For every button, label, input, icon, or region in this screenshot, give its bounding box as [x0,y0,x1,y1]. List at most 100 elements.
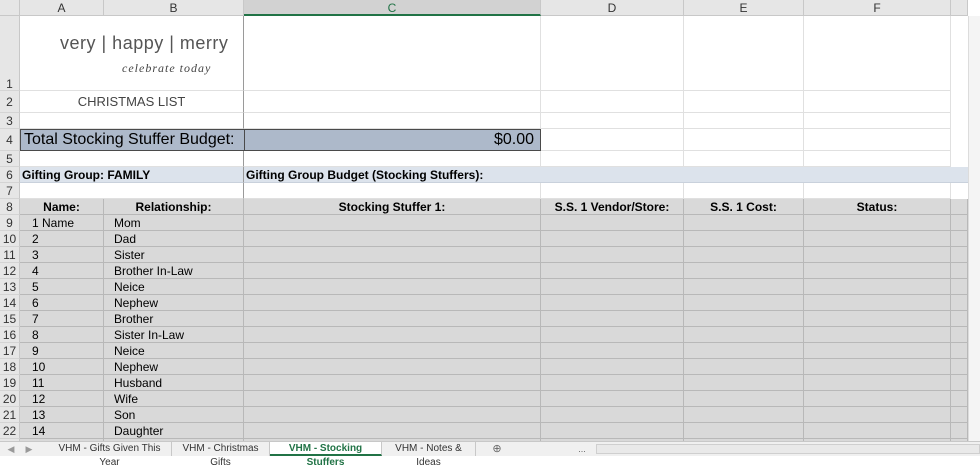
cell-empty[interactable] [684,16,804,91]
data-cell[interactable] [244,375,541,391]
data-cell[interactable] [804,359,951,375]
person-name[interactable]: 7 [20,311,104,327]
data-cell[interactable] [541,391,684,407]
person-relationship[interactable]: Sister [104,247,244,263]
data-cell[interactable] [804,231,951,247]
cell-empty[interactable] [244,91,541,113]
left-arrow-icon[interactable]: ◀ [4,442,18,456]
cell-empty[interactable] [20,113,244,129]
data-cell[interactable] [684,295,804,311]
data-cell[interactable] [541,263,684,279]
row-header-6[interactable]: 6 [0,167,20,183]
row-header-8[interactable]: 8 [0,199,20,215]
row-header-20[interactable]: 20 [0,391,20,407]
person-name[interactable]: 12 [20,391,104,407]
row-header-17[interactable]: 17 [0,343,20,359]
column-header-f[interactable]: F [804,0,951,16]
data-cell[interactable] [804,375,951,391]
cell-empty[interactable] [244,151,541,167]
person-name[interactable]: 6 [20,295,104,311]
person-name[interactable]: 5 [20,279,104,295]
select-all-corner[interactable] [0,0,20,16]
data-cell[interactable] [244,391,541,407]
row-header-22[interactable]: 22 [0,423,20,439]
add-sheet-icon[interactable]: ⊕ [490,442,504,456]
person-relationship[interactable]: Nephew [104,359,244,375]
sheet-tab-2[interactable]: VHM - Christmas Gifts [172,442,270,468]
data-cell[interactable] [684,263,804,279]
person-relationship[interactable]: Daughter [104,423,244,439]
cell-empty[interactable] [541,16,684,91]
data-cell[interactable] [541,343,684,359]
data-cell[interactable] [244,231,541,247]
data-cell[interactable] [804,311,951,327]
data-cell[interactable] [684,215,804,231]
data-cell[interactable] [244,295,541,311]
data-cell[interactable] [244,423,541,439]
person-name[interactable]: 14 [20,423,104,439]
row-header-16[interactable]: 16 [0,327,20,343]
person-relationship[interactable]: Mom [104,215,244,231]
data-cell[interactable] [804,279,951,295]
data-cell[interactable] [541,327,684,343]
column-header-a[interactable]: A [20,0,104,16]
data-cell[interactable] [541,375,684,391]
cell-empty[interactable] [684,151,804,167]
data-cell[interactable] [244,215,541,231]
data-cell[interactable] [804,215,951,231]
person-relationship[interactable]: Neice [104,343,244,359]
row-header-7[interactable]: 7 [0,183,20,199]
data-cell[interactable] [541,215,684,231]
cell-empty[interactable] [804,129,951,151]
row-header-3[interactable]: 3 [0,113,20,129]
cell-empty[interactable] [244,16,541,91]
person-relationship[interactable]: Nephew [104,295,244,311]
row-header-2[interactable]: 2 [0,91,20,113]
row-header-21[interactable]: 21 [0,407,20,423]
row-header-5[interactable]: 5 [0,151,20,167]
column-header-b[interactable]: B [104,0,244,16]
row-header-4[interactable]: 4 [0,129,20,151]
data-cell[interactable] [684,407,804,423]
cell-empty[interactable] [541,113,684,129]
column-header-e[interactable]: E [684,0,804,16]
cell-empty[interactable] [804,183,951,199]
cell-empty[interactable] [541,91,684,113]
vertical-scrollbar[interactable] [968,16,980,441]
data-cell[interactable] [541,359,684,375]
person-name[interactable]: 10 [20,359,104,375]
person-relationship[interactable]: Husband [104,375,244,391]
row-header-14[interactable]: 14 [0,295,20,311]
person-relationship[interactable]: Neice [104,279,244,295]
data-cell[interactable] [541,407,684,423]
data-cell[interactable] [541,231,684,247]
person-name[interactable]: 3 [20,247,104,263]
row-header-1[interactable]: 1 [0,16,20,91]
data-cell[interactable] [684,423,804,439]
cell-empty[interactable] [20,151,244,167]
row-header-12[interactable]: 12 [0,263,20,279]
cell-empty[interactable] [684,113,804,129]
row-header-10[interactable]: 10 [0,231,20,247]
row-header-13[interactable]: 13 [0,279,20,295]
data-cell[interactable] [244,311,541,327]
data-cell[interactable] [684,327,804,343]
person-relationship[interactable]: Son [104,407,244,423]
data-cell[interactable] [684,391,804,407]
person-relationship[interactable]: Wife [104,391,244,407]
data-cell[interactable] [684,375,804,391]
data-cell[interactable] [541,311,684,327]
cell-empty[interactable] [684,183,804,199]
data-cell[interactable] [244,279,541,295]
column-header-c[interactable]: C [244,0,541,16]
data-cell[interactable] [804,391,951,407]
spreadsheet-grid[interactable]: ABCDEF 1 2 3 4 5 6 7 8 9 10 11 12 13 14 15 16 17 18 19 20 21… [0,0,980,441]
data-cell[interactable] [541,279,684,295]
sheet-tab-1[interactable]: VHM - Gifts Given This Year [48,442,172,468]
data-cell[interactable] [244,247,541,263]
cell-empty[interactable] [541,129,684,151]
data-cell[interactable] [244,407,541,423]
row-header-15[interactable]: 15 [0,311,20,327]
data-cell[interactable] [684,247,804,263]
person-name[interactable]: 1 Name [20,215,104,231]
